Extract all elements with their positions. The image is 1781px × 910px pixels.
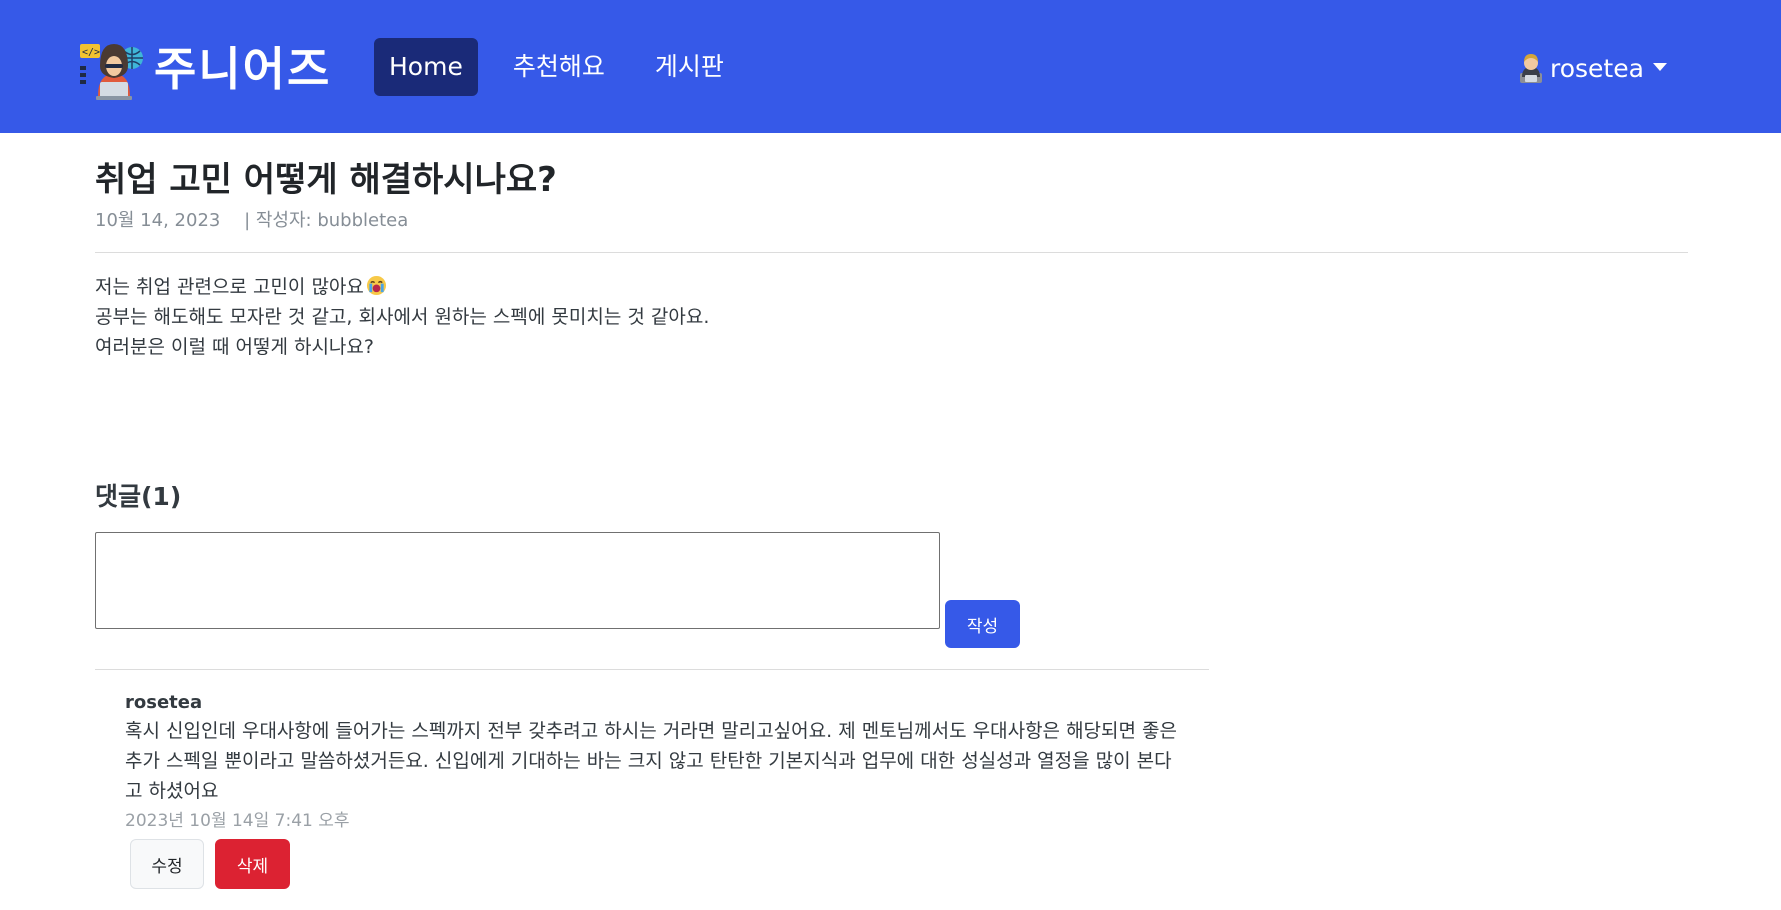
post-author: | 작성자: bubbletea (244, 210, 409, 231)
comments-heading: 댓글(1) (95, 482, 182, 511)
comment-text: 혹시 신입인데 우대사항에 들어가는 스펙까지 전부 갖추려고 하시는 거라면 … (125, 720, 1177, 802)
comment-edit-button[interactable]: 수정 (130, 839, 204, 889)
comment-author: rosetea (125, 692, 203, 713)
top-navbar: </> 주니어즈 Home 추천해요 게시판 rosetea (0, 0, 1781, 133)
comment-input[interactable] (95, 532, 940, 629)
main-nav: Home 추천해요 게시판 (374, 38, 759, 96)
nav-item-board[interactable]: 게시판 (640, 38, 739, 96)
crying-face-emoji-icon (366, 275, 386, 296)
brand-name: 주니어즈 (154, 42, 332, 96)
post-body-line: 저는 취업 관련으로 고민이 많아요 (95, 272, 709, 302)
post-title: 취업 고민 어떻게 해결하시나요? (95, 160, 557, 200)
nav-item-home[interactable]: Home (374, 38, 478, 96)
comment-delete-button[interactable]: 삭제 (215, 839, 290, 889)
post-body-line: 공부는 해도해도 모자란 것 같고, 회사에서 원하는 스펙에 못미치는 것 같… (95, 306, 710, 328)
svg-text:</>: </> (82, 47, 100, 58)
comment-item: rosetea 혹시 신입인데 우대사항에 들어가는 스펙까지 전부 갖추려고 … (125, 690, 1195, 834)
post-body-line: 여러분은 이럴 때 어떻게 하시나요? (95, 336, 374, 358)
brand-link[interactable]: </> 주니어즈 (78, 36, 331, 102)
comment-timestamp: 2023년 10월 14일 7:41 오후 (125, 811, 350, 831)
post-body: 저는 취업 관련으로 고민이 많아요 공부는 해도해도 모자란 것 같고, 회사… (95, 272, 709, 362)
post-date: 10월 14, 2023 (95, 210, 221, 231)
comment-submit-button[interactable]: 작성 (945, 600, 1020, 648)
user-avatar-icon (1520, 54, 1542, 83)
comments-divider (95, 669, 1209, 670)
caret-down-icon (1652, 63, 1667, 71)
hacker-coder-icon: </> (80, 44, 143, 100)
nav-item-recommend[interactable]: 추천해요 (498, 38, 620, 96)
user-name: rosetea (1550, 53, 1644, 83)
post-meta: 10월 14, 2023 | 작성자: bubbletea (95, 206, 408, 232)
post-divider (95, 252, 1688, 253)
user-dropdown-toggle[interactable]: rosetea (1518, 48, 1667, 88)
